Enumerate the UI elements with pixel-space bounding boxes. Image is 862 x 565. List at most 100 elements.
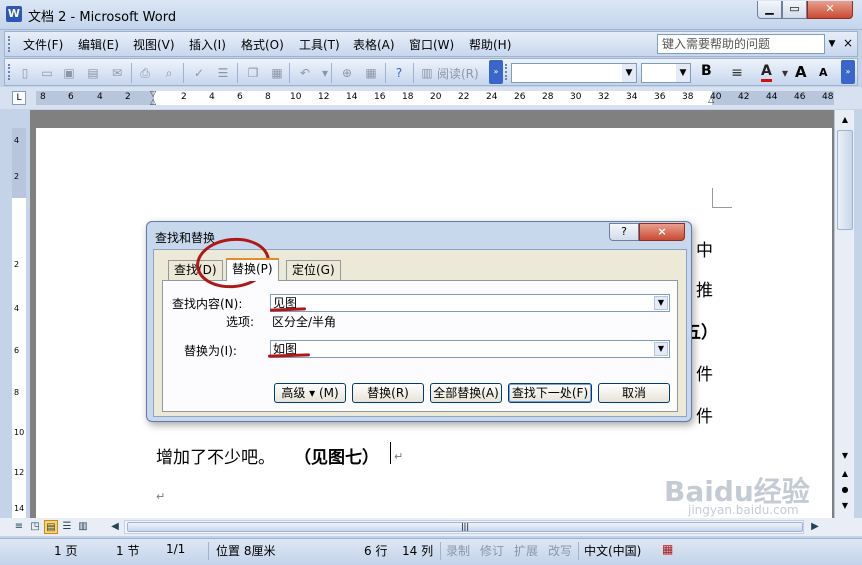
ruler-number: 30 (570, 92, 582, 102)
cancel-button[interactable]: 取消 (598, 383, 670, 403)
email-icon[interactable]: ✉ (109, 65, 125, 81)
scroll-up-icon[interactable]: ▲ (837, 112, 853, 128)
chevron-down-icon[interactable]: ▼ (654, 296, 668, 310)
status-track-changes[interactable]: 修订 (480, 542, 504, 559)
format-toolbar-chevron-icon[interactable]: » (841, 60, 855, 84)
font-name-combo[interactable]: ▼ (511, 63, 637, 83)
spelling-status-icon[interactable]: ▦ (662, 542, 673, 556)
tab-replace[interactable]: 替换(P) (226, 258, 279, 281)
align-center-icon[interactable]: ≡ (729, 65, 745, 81)
status-bar: 1 页 1 节 1/1 位置 8厘米 6 行 14 列 录制 修订 扩展 改写 … (0, 538, 862, 565)
print-layout-view-icon[interactable]: ▤ (44, 520, 58, 534)
format-toolbar-grip[interactable] (505, 64, 508, 80)
permission-icon[interactable]: ▤ (85, 65, 101, 81)
copy-icon[interactable]: ❐ (245, 65, 261, 81)
menu-tools[interactable]: 工具(T) (299, 36, 340, 53)
doc-line: 件 (696, 407, 713, 427)
dialog-help-button[interactable]: ? (609, 223, 639, 241)
status-language[interactable]: 中文(中国) (584, 542, 641, 559)
open-folder-icon[interactable]: ▭ (39, 65, 55, 81)
word-app-icon[interactable]: W (6, 6, 22, 22)
read-mode-label[interactable]: 阅读(R) (437, 65, 479, 82)
menubar-grip[interactable] (8, 36, 11, 52)
ruler-number: 10 (290, 92, 302, 102)
save-icon[interactable]: ▣ (61, 65, 77, 81)
tab-selector-icon[interactable]: L (12, 91, 26, 105)
help-dropdown-icon[interactable]: ▼ (825, 34, 839, 54)
font-color-dropdown-icon[interactable]: ▾ (777, 65, 793, 81)
normal-view-icon[interactable]: ≡ (12, 520, 26, 534)
menu-edit[interactable]: 编辑(E) (78, 36, 119, 53)
status-record-mode[interactable]: 录制 (446, 542, 470, 559)
print-icon[interactable]: ⎙ (137, 65, 153, 81)
ruler-number: 44 (766, 92, 778, 102)
status-overtype-mode[interactable]: 改写 (548, 542, 572, 559)
menu-insert[interactable]: 插入(I) (189, 36, 226, 53)
ruler-number: 16 (374, 92, 386, 102)
scroll-down-icon[interactable]: ▼ (837, 448, 853, 464)
status-column: 14 列 (402, 544, 434, 558)
select-browse-object-icon[interactable]: ● (837, 482, 853, 498)
paste-icon[interactable]: ▦ (269, 65, 285, 81)
chevron-down-icon[interactable]: ▼ (622, 64, 636, 82)
font-color-button[interactable]: A (761, 63, 772, 82)
help-icon[interactable]: ? (391, 65, 407, 81)
menu-table[interactable]: 表格(A) (353, 36, 395, 53)
research-icon[interactable]: ☰ (215, 65, 231, 81)
chevron-down-icon[interactable]: ▼ (654, 342, 668, 356)
tab-goto[interactable]: 定位(G) (286, 260, 341, 280)
horizontal-scroll-track[interactable]: ||| (124, 520, 804, 534)
undo-icon[interactable]: ↶ (297, 65, 313, 81)
bold-button[interactable]: B (701, 63, 712, 79)
help-search-input[interactable]: 键入需要帮助的问题 (657, 34, 825, 54)
toolbar-grip[interactable] (8, 64, 11, 80)
horizontal-ruler[interactable]: 8 6 4 2 2 4 6 8 10 12 14 16 18 20 22 24 … (36, 89, 834, 106)
tables-borders-icon[interactable]: ▦ (363, 65, 379, 81)
vertical-scroll-thumb[interactable] (837, 130, 853, 230)
menu-view[interactable]: 视图(V) (133, 36, 175, 53)
dialog-title: 查找和替换 (155, 231, 216, 245)
status-line: 6 行 (364, 544, 388, 558)
chevron-down-icon[interactable]: ▼ (676, 64, 690, 82)
shrink-font-button[interactable]: A (819, 66, 828, 79)
find-next-button[interactable]: 查找下一处(F) (508, 383, 592, 403)
document-close-icon[interactable]: × (843, 36, 853, 50)
minimize-button[interactable]: ▁ (757, 1, 782, 19)
menu-window[interactable]: 窗口(W) (409, 36, 454, 53)
replace-all-button[interactable]: 全部替换(A) (430, 383, 502, 403)
maximize-button[interactable]: ▭ (782, 1, 807, 19)
spelling-icon[interactable]: ✓ (191, 65, 207, 81)
dialog-close-button[interactable]: × (639, 223, 685, 241)
toolbar-options-chevron-icon[interactable]: » (489, 60, 503, 84)
grow-font-button[interactable]: A (795, 63, 807, 81)
ruler-area: L 8 6 4 2 2 4 6 8 10 12 14 16 18 20 22 2… (0, 87, 862, 109)
previous-page-icon[interactable]: ▲ (837, 466, 853, 482)
paragraph-mark: ↵ (156, 490, 166, 503)
menu-file[interactable]: 文件(F) (23, 36, 63, 53)
vertical-scrollbar[interactable]: ▲ ▼ ▲ ● ▼ (834, 110, 854, 518)
close-window-button[interactable]: ✕ (807, 1, 853, 19)
read-mode-icon[interactable]: ▥ (419, 65, 435, 81)
reading-layout-view-icon[interactable]: ▥ (76, 520, 90, 534)
replace-with-input[interactable]: 如图 ▼ (270, 340, 670, 358)
menu-help[interactable]: 帮助(H) (469, 36, 511, 53)
scroll-left-icon[interactable]: ◀ (108, 520, 122, 534)
menu-format[interactable]: 格式(O) (241, 36, 284, 53)
doc-line: 件 (696, 365, 713, 385)
advanced-button[interactable]: 高级 ▾ (M) (274, 383, 346, 403)
horizontal-scroll-thumb[interactable]: ||| (127, 522, 803, 532)
print-preview-icon[interactable]: ⌕ (161, 65, 177, 81)
font-size-combo[interactable]: ▼ (641, 63, 691, 83)
web-layout-view-icon[interactable]: ◳ (28, 520, 42, 534)
left-indent-icon[interactable]: △ (150, 97, 156, 106)
vertical-ruler[interactable]: 4 2 2 4 6 8 10 12 14 (12, 128, 26, 518)
right-indent-icon[interactable]: △ (708, 95, 714, 104)
outline-view-icon[interactable]: ☰ (60, 520, 74, 534)
scroll-right-icon[interactable]: ▶ (808, 520, 822, 534)
status-extend-mode[interactable]: 扩展 (514, 542, 538, 559)
replace-button[interactable]: 替换(R) (352, 383, 424, 403)
hyperlink-icon[interactable]: ⊕ (339, 65, 355, 81)
new-document-icon[interactable]: ▯ (17, 65, 33, 81)
find-what-input[interactable]: 见图 ▼ (270, 294, 670, 312)
next-page-icon[interactable]: ▼ (837, 498, 853, 514)
